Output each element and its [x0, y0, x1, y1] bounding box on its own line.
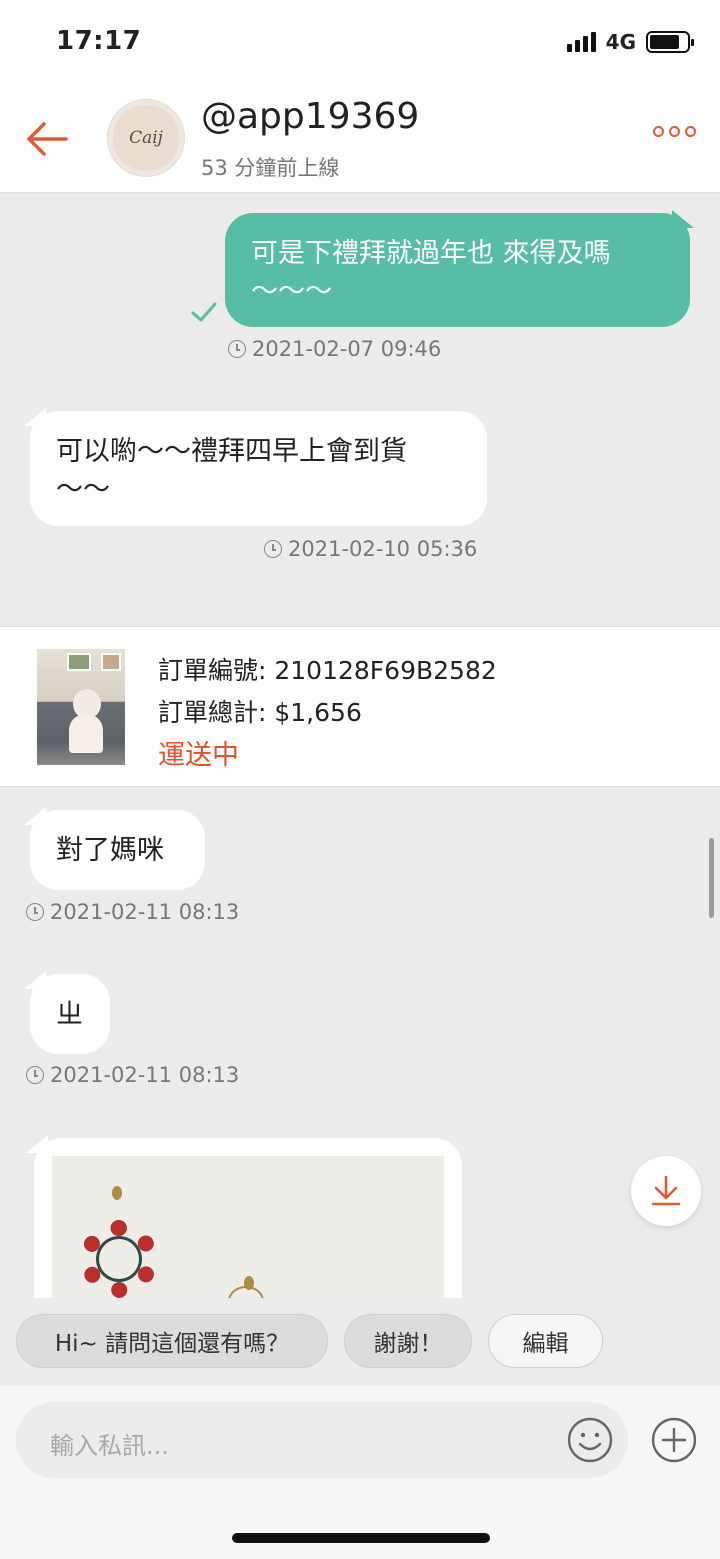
arrow-left-icon: [27, 122, 68, 156]
message-input-placeholder: 輸入私訊...: [50, 1432, 169, 1460]
product-thumbnail: [37, 649, 125, 765]
message-text: ㄓ: [56, 999, 83, 1030]
chat-username[interactable]: @app19369: [201, 96, 419, 137]
message-image[interactable]: [52, 1156, 444, 1300]
status-indicators: 4G: [566, 30, 694, 54]
order-status-badge: 運送中: [158, 740, 239, 771]
online-status: 53 分鐘前上線: [201, 156, 340, 180]
read-check-icon: [191, 302, 217, 322]
order-total: 訂單總計: $1,656: [158, 698, 362, 727]
clock-icon: [264, 540, 282, 558]
message-timestamp: 2021-02-07 09:46: [228, 337, 441, 361]
scroll-to-bottom-button[interactable]: [631, 1156, 701, 1226]
clock-icon: [26, 903, 44, 921]
quick-reply-bar: Hi~ 請問這個還有嗎？ 謝謝！ 編輯: [0, 1298, 720, 1386]
network-type: 4G: [605, 30, 636, 54]
status-bar: 17:17 4G: [0, 0, 720, 88]
timestamp-text: 2021-02-07 09:46: [252, 337, 442, 361]
more-dot-icon: [685, 126, 696, 137]
timestamp-text: 2021-02-10 05:36: [288, 537, 478, 561]
back-button[interactable]: [22, 114, 72, 164]
more-dot-icon: [669, 126, 680, 137]
message-text: 可是下禮拜就過年也 來得及嗎: [251, 238, 611, 269]
message-bubble-incoming[interactable]: 可以喲～～禮拜四早上會到貨 ～～: [30, 411, 487, 526]
avatar-logo: Caij: [113, 105, 179, 171]
message-timestamp: 2021-02-10 05:36: [264, 537, 477, 561]
scrollbar[interactable]: [709, 838, 714, 918]
more-options-button[interactable]: [653, 126, 696, 137]
message-text: ～～～: [251, 276, 332, 307]
message-text: 對了媽咪: [56, 835, 164, 866]
plus-icon[interactable]: [650, 1416, 698, 1464]
chat-header: Caij @app19369 53 分鐘前上線: [0, 88, 720, 193]
battery-fill: [650, 35, 679, 49]
clock-icon: [26, 1066, 44, 1084]
emoji-icon[interactable]: [566, 1416, 614, 1464]
quick-reply-chip[interactable]: 謝謝！: [344, 1314, 472, 1368]
avatar[interactable]: Caij: [107, 99, 185, 177]
message-text: ～～: [56, 474, 110, 505]
signal-icon: [566, 32, 596, 52]
download-arrow-icon: [651, 1175, 681, 1206]
message-timestamp: 2021-02-11 08:13: [26, 1063, 239, 1087]
battery-icon: [646, 31, 694, 53]
message-bubble-incoming[interactable]: 對了媽咪: [30, 810, 205, 890]
home-indicator: [232, 1533, 490, 1543]
timestamp-text: 2021-02-11 08:13: [50, 1063, 240, 1087]
more-dot-icon: [653, 126, 664, 137]
clock-icon: [228, 340, 246, 358]
status-time: 17:17: [56, 26, 142, 56]
message-timestamp: 2021-02-11 08:13: [26, 900, 239, 924]
timestamp-text: 2021-02-11 08:13: [50, 900, 240, 924]
message-text: 可以喲～～禮拜四早上會到貨: [56, 436, 407, 467]
quick-reply-chip[interactable]: Hi~ 請問這個還有嗎？: [16, 1314, 328, 1368]
message-bubble-outgoing[interactable]: 可是下禮拜就過年也 來得及嗎 ～～～: [225, 213, 690, 327]
wreath-image: [80, 1220, 158, 1298]
order-card[interactable]: 訂單編號: 210128F69B2582 訂單總計: $1,656 運送中: [0, 626, 720, 787]
order-number: 訂單編號: 210128F69B2582: [158, 656, 497, 685]
message-bubble-incoming[interactable]: ㄓ: [30, 974, 110, 1054]
edit-quick-replies-button[interactable]: 編輯: [488, 1314, 603, 1368]
